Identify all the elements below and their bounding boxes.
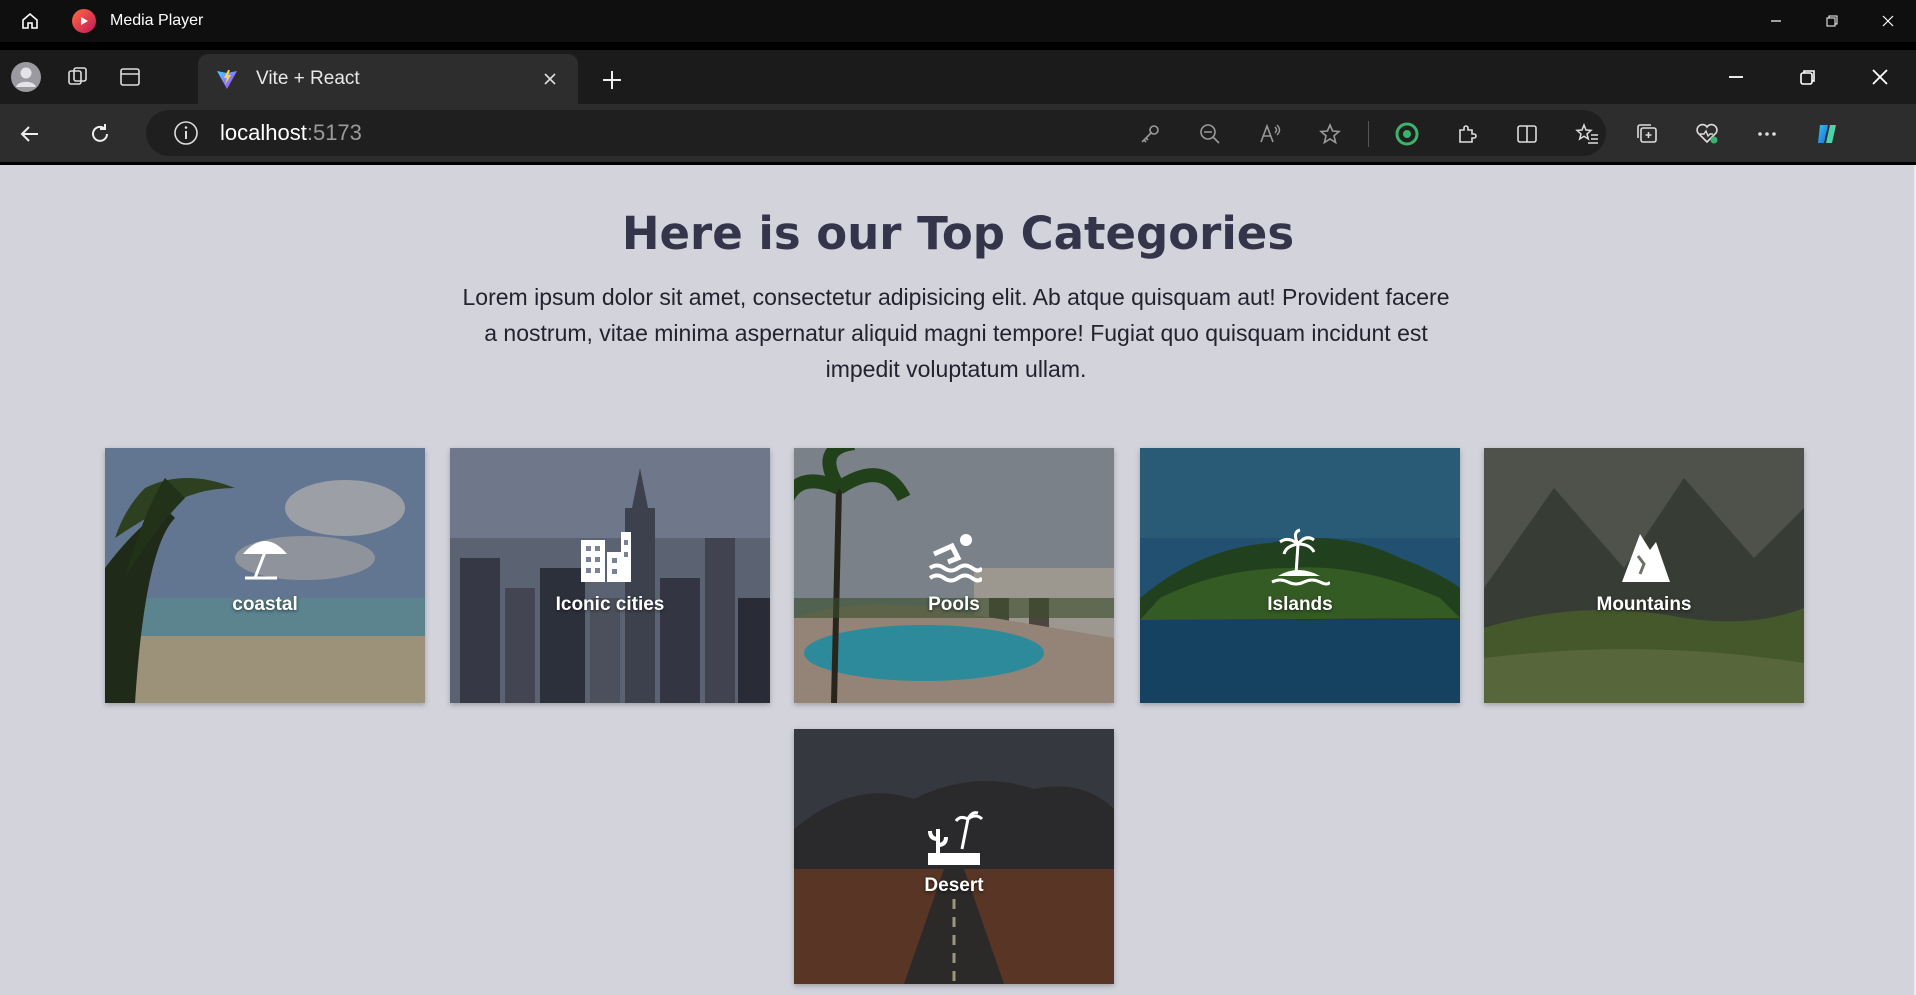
media-player-title: Media Player bbox=[110, 12, 204, 29]
copilot-button[interactable] bbox=[1797, 112, 1857, 156]
category-label: Islands bbox=[1267, 594, 1333, 615]
more-dots-icon bbox=[1758, 132, 1776, 136]
restore-icon bbox=[1826, 15, 1838, 27]
workspaces-icon bbox=[68, 67, 87, 85]
home-button[interactable] bbox=[0, 0, 60, 42]
browser-tabstrip: Vite + React bbox=[0, 50, 1916, 104]
key-icon bbox=[1141, 125, 1159, 143]
extensions-button[interactable] bbox=[1437, 112, 1497, 156]
page-description: Lorem ipsum dolor sit amet, consectetur … bbox=[462, 284, 1450, 382]
minimize-icon bbox=[1729, 76, 1743, 78]
browser-essentials-button[interactable] bbox=[1677, 112, 1737, 156]
arrow-left-icon bbox=[20, 126, 38, 142]
category-label: coastal bbox=[232, 594, 298, 615]
mp-minimize-button[interactable] bbox=[1748, 0, 1804, 42]
restore-icon bbox=[1800, 70, 1815, 85]
category-card-islands[interactable]: Islands bbox=[1140, 448, 1460, 703]
category-card-pools[interactable]: Pools bbox=[794, 448, 1114, 703]
browser-close-button[interactable] bbox=[1844, 50, 1916, 104]
category-card-iconic-cities[interactable]: Iconic cities bbox=[450, 448, 770, 703]
refresh-button[interactable] bbox=[78, 112, 122, 156]
home-icon bbox=[22, 12, 38, 29]
back-button[interactable] bbox=[8, 112, 52, 156]
extension-button[interactable] bbox=[1377, 112, 1437, 156]
media-player-logo-icon bbox=[72, 9, 96, 33]
browser-minimize-button[interactable] bbox=[1700, 50, 1772, 104]
vite-logo-icon bbox=[214, 66, 240, 92]
profile-avatar-icon bbox=[11, 62, 41, 92]
collections-button[interactable] bbox=[1617, 112, 1677, 156]
city-icon bbox=[450, 528, 770, 584]
favorites-button[interactable] bbox=[1557, 112, 1617, 156]
url-host: localhost bbox=[220, 120, 307, 145]
more-menu-button[interactable] bbox=[1737, 112, 1797, 156]
tab-title: Vite + React bbox=[256, 68, 360, 89]
vertical-tabs-button[interactable] bbox=[104, 50, 156, 104]
zoom-out-icon bbox=[1200, 124, 1220, 144]
category-card-desert[interactable]: Desert bbox=[794, 729, 1114, 984]
favorite-button[interactable] bbox=[1300, 112, 1360, 156]
tab-actions-icon bbox=[120, 68, 140, 86]
workspaces-button[interactable] bbox=[52, 50, 104, 104]
tab-close-button[interactable] bbox=[536, 65, 564, 93]
passwords-button[interactable] bbox=[1120, 112, 1180, 156]
star-icon bbox=[1319, 122, 1341, 145]
browser-restore-button[interactable] bbox=[1772, 50, 1844, 104]
swimmer-icon bbox=[794, 528, 1114, 584]
profile-button[interactable] bbox=[0, 50, 52, 104]
island-icon bbox=[1140, 528, 1460, 586]
minimize-icon bbox=[1771, 20, 1781, 22]
site-info-icon[interactable] bbox=[164, 120, 208, 146]
beach-umbrella-icon bbox=[105, 528, 425, 584]
new-tab-button[interactable] bbox=[592, 60, 632, 100]
category-card-mountains[interactable]: Mountains bbox=[1484, 448, 1804, 703]
puzzle-icon bbox=[1459, 125, 1477, 143]
desert-icon bbox=[794, 809, 1114, 865]
copilot-icon bbox=[1818, 125, 1836, 143]
close-icon bbox=[544, 73, 556, 85]
category-label: Iconic cities bbox=[555, 594, 665, 615]
split-screen-icon bbox=[1517, 125, 1537, 143]
split-screen-button[interactable] bbox=[1497, 112, 1557, 156]
collections-icon bbox=[1637, 124, 1657, 143]
plus-icon bbox=[603, 71, 621, 89]
browser-toolbar: localhost:5173 bbox=[0, 104, 1916, 162]
category-card-coastal[interactable]: coastal bbox=[105, 448, 425, 703]
page-heading: Here is our Top Categories bbox=[621, 207, 1295, 260]
category-label: Mountains bbox=[1596, 594, 1692, 615]
category-label: Pools bbox=[928, 594, 980, 615]
url-port: :5173 bbox=[306, 120, 362, 145]
mp-restore-button[interactable] bbox=[1804, 0, 1860, 42]
zoom-out-button[interactable] bbox=[1180, 112, 1240, 156]
mp-close-button[interactable] bbox=[1860, 0, 1916, 42]
media-player-titlebar: Media Player bbox=[0, 0, 1916, 42]
read-aloud-icon bbox=[1260, 123, 1281, 143]
url-text: localhost:5173 bbox=[220, 120, 362, 146]
category-label: Desert bbox=[924, 875, 984, 896]
close-icon bbox=[1872, 69, 1888, 85]
page-content: Here is our Top Categories Lorem ipsum d… bbox=[0, 165, 1916, 995]
mountain-icon bbox=[1484, 528, 1804, 584]
extension-ring-icon bbox=[1395, 122, 1419, 146]
toolbar-divider bbox=[1368, 121, 1369, 147]
refresh-icon bbox=[92, 124, 108, 142]
tab-vite-react[interactable]: Vite + React bbox=[198, 54, 578, 104]
read-aloud-button[interactable] bbox=[1240, 112, 1300, 156]
heart-pulse-icon bbox=[1696, 123, 1718, 144]
favorites-list-icon bbox=[1575, 122, 1598, 144]
close-icon bbox=[1882, 15, 1894, 27]
